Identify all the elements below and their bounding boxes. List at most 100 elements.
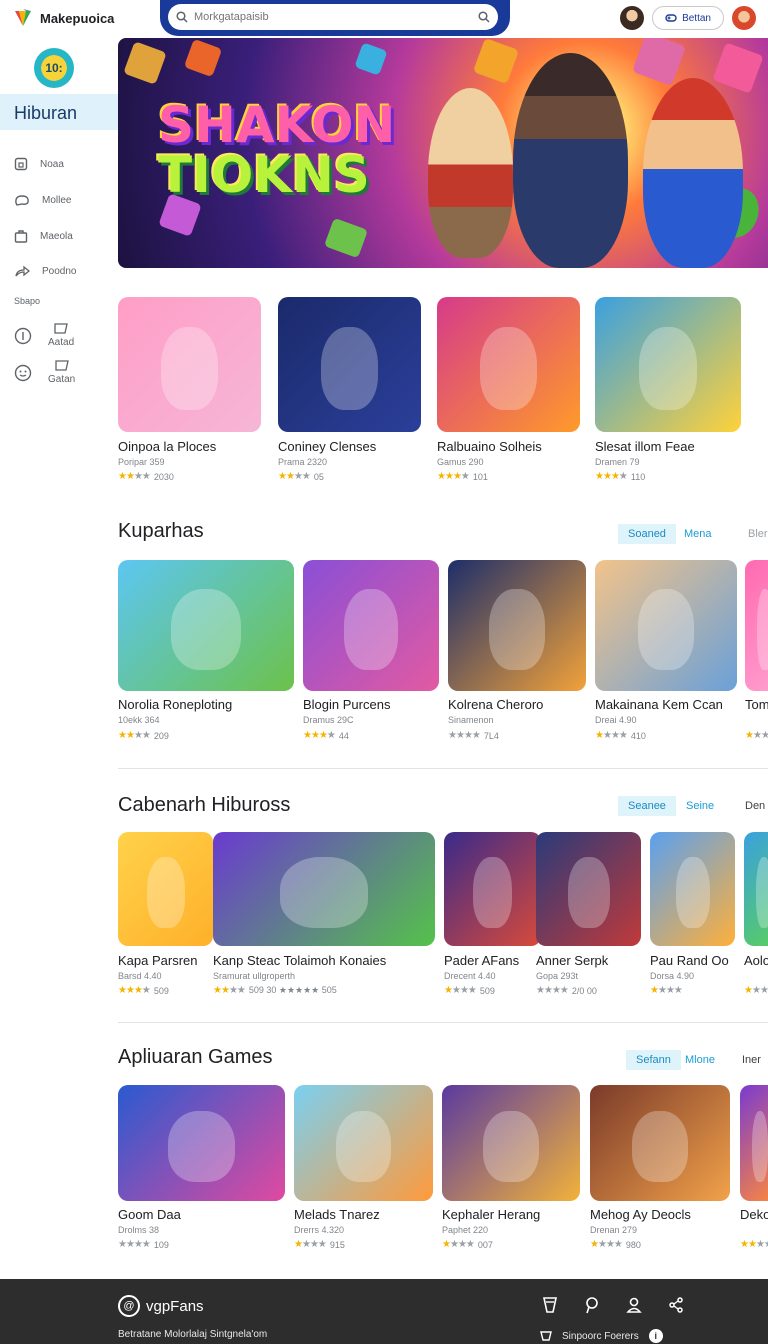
filter-chip[interactable]: Sefann bbox=[626, 1050, 681, 1070]
game-card[interactable]: Tom ★★★★ bbox=[745, 560, 768, 744]
filter-chip[interactable]: Bler bbox=[738, 524, 768, 544]
search-submit-icon[interactable] bbox=[478, 11, 490, 23]
game-thumbnail[interactable] bbox=[595, 297, 741, 432]
filter-chip[interactable]: Den bbox=[735, 796, 768, 816]
game-card[interactable]: Goom Daa Drolms 38 ★★★★ 109 bbox=[118, 1085, 285, 1253]
footer-support[interactable]: Sinpoorc Foerers i bbox=[540, 1329, 663, 1343]
game-thumbnail[interactable] bbox=[118, 297, 261, 432]
info-icon[interactable]: i bbox=[648, 1329, 663, 1343]
drink-icon[interactable] bbox=[540, 1295, 560, 1315]
smile-icon bbox=[14, 364, 32, 381]
filter-chip[interactable]: Mlone bbox=[675, 1050, 725, 1070]
avatar[interactable] bbox=[620, 6, 645, 30]
profile-avatar[interactable] bbox=[732, 6, 756, 30]
footer-brand[interactable]: @ vgpFans bbox=[118, 1295, 204, 1317]
rating-count: 509 bbox=[153, 985, 169, 996]
search-bar[interactable] bbox=[168, 4, 498, 30]
game-thumbnail[interactable] bbox=[448, 560, 586, 691]
search-input[interactable] bbox=[194, 11, 472, 23]
filter-chip[interactable]: Seine bbox=[676, 796, 724, 816]
game-card[interactable]: Kephaler Herang Paphet 220 ★★★★ 007 bbox=[442, 1085, 580, 1253]
game-thumbnail[interactable] bbox=[442, 1085, 580, 1201]
game-card[interactable]: Blogin Purcens Dramus 29C ★★★★ 44 bbox=[303, 560, 439, 744]
game-card[interactable]: Kolrena Cheroro Sinamenon ★★★★ 7L4 bbox=[448, 560, 586, 744]
game-card[interactable]: Kapa Parsren Barsd 4.40 ★★★★ 509 bbox=[118, 832, 213, 999]
game-meta: 10ekk 364 bbox=[118, 715, 160, 725]
filter-chip[interactable]: Iner bbox=[732, 1050, 768, 1070]
decor-cube bbox=[632, 38, 686, 86]
sidebar-logo-text: 10: bbox=[45, 61, 63, 75]
game-card[interactable]: Norolia Roneploting 10ekk 364 ★★★★ 209 bbox=[118, 560, 294, 744]
game-card[interactable]: Anner Serpk Gopa 293t ★★★★ 2/0 00 bbox=[536, 832, 641, 999]
sidebar-mini-row-1[interactable]: Aatad bbox=[14, 323, 74, 348]
decor-cube bbox=[472, 38, 520, 85]
game-card[interactable]: Oinpoa la Ploces Poripar 359 ★★★★ 2030 bbox=[118, 297, 261, 485]
sidebar-mini-item-gatan[interactable]: Gatan bbox=[48, 360, 75, 385]
game-thumbnail[interactable] bbox=[595, 560, 737, 691]
star-rating-icon: ★★★★ bbox=[595, 471, 628, 482]
sidebar-item-active[interactable]: Hiburan bbox=[0, 94, 118, 130]
game-thumbnail[interactable] bbox=[590, 1085, 730, 1201]
share-icon[interactable] bbox=[666, 1295, 686, 1315]
sidebar-mini-item-aatad[interactable]: Aatad bbox=[48, 323, 74, 348]
game-meta: Poripar 359 bbox=[118, 457, 165, 467]
game-thumbnail[interactable] bbox=[303, 560, 439, 691]
game-thumbnail[interactable] bbox=[118, 560, 294, 691]
sidebar-item-chat[interactable]: Mollee bbox=[14, 193, 71, 207]
sidebar-logo[interactable]: 10: bbox=[34, 48, 74, 88]
location-icon[interactable] bbox=[582, 1295, 602, 1315]
share-icon bbox=[15, 265, 30, 277]
game-rating: ★★★★ 915 bbox=[294, 1239, 345, 1250]
game-card[interactable]: Ralbuaino Solheis Gamus 290 ★★★★ 101 bbox=[437, 297, 580, 485]
game-card[interactable]: Coniney Clenses Prama 2320 ★★★★ 05 bbox=[278, 297, 421, 485]
game-title: Norolia Roneploting bbox=[118, 697, 233, 712]
game-card[interactable]: Mehog Ay Deocls Drenan 279 ★★★★ 980 bbox=[590, 1085, 730, 1253]
game-rating: ★★★★ 980 bbox=[590, 1239, 641, 1250]
game-card[interactable]: Melads Tnarez Drerrs 4.320 ★★★★ 915 bbox=[294, 1085, 433, 1253]
person-icon[interactable] bbox=[624, 1295, 644, 1315]
brand[interactable]: Makepuoica bbox=[12, 7, 114, 29]
game-meta: Gopa 293t bbox=[536, 971, 579, 981]
game-meta: Dramus 29C bbox=[303, 715, 354, 725]
sidebar-item-bag[interactable]: Maeola bbox=[14, 229, 73, 243]
game-thumbnail[interactable] bbox=[437, 297, 580, 432]
filter-chip[interactable]: Seanee bbox=[618, 796, 676, 816]
game-card[interactable]: Pader AFans Drecent 4.40 ★★★★ 509 bbox=[444, 832, 541, 999]
game-card[interactable]: Pau Rand Oo Dorsa 4.90 ★★★★ bbox=[650, 832, 735, 999]
game-rating: ★★★★ 101 bbox=[437, 471, 488, 482]
game-card[interactable]: Aolo ★★★★ bbox=[744, 832, 768, 999]
game-thumbnail[interactable] bbox=[444, 832, 541, 946]
header-action-button[interactable]: Bettan bbox=[652, 6, 724, 30]
game-mascot bbox=[567, 857, 610, 928]
filter-chip[interactable]: Soaned bbox=[618, 524, 676, 544]
game-thumbnail[interactable] bbox=[744, 832, 768, 946]
game-meta: Dramen 79 bbox=[595, 457, 640, 467]
sidebar-item-home[interactable]: Noaa bbox=[14, 157, 64, 171]
game-thumbnail[interactable] bbox=[740, 1085, 768, 1201]
sidebar-item-label: Maeola bbox=[40, 230, 73, 242]
sidebar-item-share[interactable]: Poodno bbox=[14, 264, 76, 278]
game-thumbnail[interactable] bbox=[278, 297, 421, 432]
hero-banner[interactable]: SHAKON TIOKNS bbox=[118, 38, 768, 268]
filter-chip[interactable]: Mena bbox=[674, 524, 722, 544]
sidebar-active-label: Hiburan bbox=[14, 103, 78, 123]
game-title: Melads Tnarez bbox=[294, 1207, 380, 1222]
game-thumbnail[interactable] bbox=[650, 832, 735, 946]
game-thumbnail[interactable] bbox=[294, 1085, 433, 1201]
game-meta: Drenan 279 bbox=[590, 1225, 638, 1235]
game-mascot bbox=[489, 588, 545, 671]
game-thumbnail[interactable] bbox=[118, 1085, 285, 1201]
game-card[interactable]: Kanp Steac Tolaimoh Konaies Sramurat ullg… bbox=[213, 832, 435, 999]
game-thumbnail[interactable] bbox=[745, 560, 768, 691]
game-card[interactable]: Deko ★★★★ bbox=[740, 1085, 768, 1253]
game-card[interactable]: Slesat illom Feae Dramen 79 ★★★★ 110 bbox=[595, 297, 741, 485]
hero-title: SHAKON TIOKNS bbox=[158, 100, 395, 200]
game-thumbnail[interactable] bbox=[536, 832, 641, 946]
game-mascot bbox=[320, 326, 379, 411]
game-title: Mehog Ay Deocls bbox=[590, 1207, 691, 1222]
game-title: Makainana Kem Ccan bbox=[595, 697, 723, 712]
game-thumbnail[interactable] bbox=[213, 832, 435, 946]
game-thumbnail[interactable] bbox=[118, 832, 213, 946]
game-card[interactable]: Makainana Kem Ccan Dreai 4.90 ★★★★ 410 bbox=[595, 560, 737, 744]
sidebar-mini-row-2[interactable]: Gatan bbox=[14, 360, 75, 385]
